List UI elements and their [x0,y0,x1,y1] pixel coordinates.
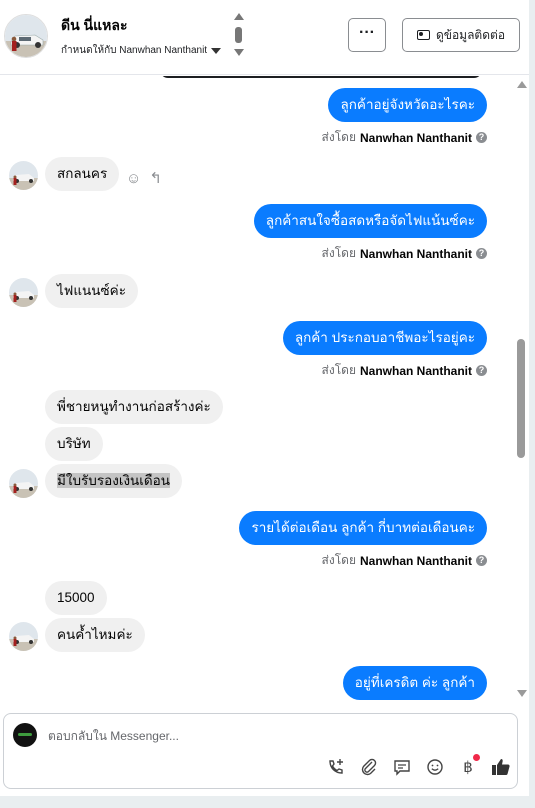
view-contact-info-button[interactable]: ดูข้อมูลติดต่อ [402,18,520,52]
help-icon[interactable]: ? [476,555,487,566]
assigned-label: กำหนดให้กับ Nanwhan Nanthanit [61,45,208,56]
incoming-message[interactable]: 15000 [45,581,107,615]
selected-text[interactable]: มีใบรับรองเงินเดือน [57,473,170,488]
assignment-dropdown[interactable]: กำหนดให้กับ Nanwhan Nanthanit [61,43,222,58]
message-list[interactable]: ลูกค้าอยู่จังหวัดอะไรคะ ส่งโดย Nanwhan N… [0,76,514,700]
conversation-panel: ดีน นี่แหละ กำหนดให้กับ Nanwhan Nanthani… [0,0,529,796]
emoji-react-icon[interactable]: ☺ [126,170,141,187]
scroll-up-icon[interactable] [517,81,527,88]
sent-by-agent: Nanwhan Nanthanit [359,246,472,261]
page-avatar [13,723,37,747]
sent-by-agent: Nanwhan Nanthanit [359,130,472,145]
sent-by-prefix: ส่งโดย [321,246,356,260]
attach-icon[interactable] [359,757,379,777]
contact-avatar-small[interactable] [9,161,38,190]
scrollbar-thumb[interactable] [517,339,525,458]
scroll-down-icon[interactable] [517,690,527,697]
sent-by-label: ส่งโดย Nanwhan Nanthanit ? [322,551,487,570]
incoming-message[interactable]: มีใบรับรองเงินเดือน [45,464,182,498]
contact-avatar-small[interactable] [9,469,38,498]
sent-by-label: ส่งโดย Nanwhan Nanthanit ? [322,361,487,380]
sent-by-label: ส่งโดย Nanwhan Nanthanit ? [322,244,487,263]
notification-dot [473,754,480,761]
contact-avatar[interactable] [4,14,48,58]
header-scroll-control[interactable] [233,13,245,59]
help-icon[interactable]: ? [476,132,487,143]
view-contact-info-label: ดูข้อมูลติดต่อ [435,27,506,42]
reply-composer: ฿ [3,713,518,789]
help-icon[interactable]: ? [476,248,487,259]
outgoing-message[interactable]: รายได้ต่อเดือน ลูกค้า กี่บาทต่อเดือนคะ [239,511,487,545]
sent-by-prefix: ส่งโดย [321,363,356,377]
help-icon[interactable]: ? [476,365,487,376]
scroll-down-icon[interactable] [234,49,244,56]
caret-down-icon [211,47,222,54]
sent-by-prefix: ส่งโดย [321,553,356,567]
baht-icon[interactable]: ฿ [458,754,480,777]
contact-avatar-small[interactable] [9,278,38,307]
sent-by-prefix: ส่งโดย [321,130,356,144]
incoming-message[interactable]: บริษัท [45,427,103,461]
contact-card-icon [416,30,430,40]
message-actions: ☺ ↰ [126,169,162,188]
previous-message-edge [160,76,482,78]
reply-input[interactable] [48,729,448,743]
reply-icon[interactable]: ↰ [149,169,162,187]
contact-name: ดีน นี่แหละ [61,17,128,33]
incoming-message[interactable]: พี่ชายหนูทำงานก่อสร้างค่ะ [45,390,223,424]
incoming-message[interactable]: ไฟแนนซ์ค่ะ [45,274,138,308]
thumbs-up-icon[interactable] [491,757,511,777]
sent-by-agent: Nanwhan Nanthanit [359,553,472,568]
incoming-message[interactable]: สกลนคร [45,157,120,191]
emoji-icon[interactable] [425,757,445,777]
more-options-button[interactable]: ··· [348,18,386,52]
header-scroll-thumb[interactable] [235,27,242,43]
message-scrollbar[interactable] [514,76,529,700]
outgoing-message[interactable]: อยู่ที่เครดิต ค่ะ ลูกค้า [342,666,487,700]
sent-by-label: ส่งโดย Nanwhan Nanthanit ? [322,128,487,147]
outgoing-message[interactable]: ลูกค้า ประกอบอาชีพอะไรอยู่คะ [282,321,487,355]
incoming-message[interactable]: คนค้ำไหมค่ะ [45,618,145,652]
outgoing-message[interactable]: ลูกค้าสนใจซื้อสดหรือจัดไฟแน้นซ์คะ [253,204,487,238]
quick-reply-icon[interactable] [392,757,412,777]
sent-by-agent: Nanwhan Nanthanit [359,363,472,378]
call-add-icon[interactable] [326,757,346,777]
composer-toolbar: ฿ [326,754,511,777]
conversation-header: ดีน นี่แหละ กำหนดให้กับ Nanwhan Nanthani… [0,0,529,75]
contact-avatar-small[interactable] [9,622,38,651]
scroll-up-icon[interactable] [234,13,244,20]
outgoing-message[interactable]: ลูกค้าอยู่จังหวัดอะไรคะ [328,88,487,122]
